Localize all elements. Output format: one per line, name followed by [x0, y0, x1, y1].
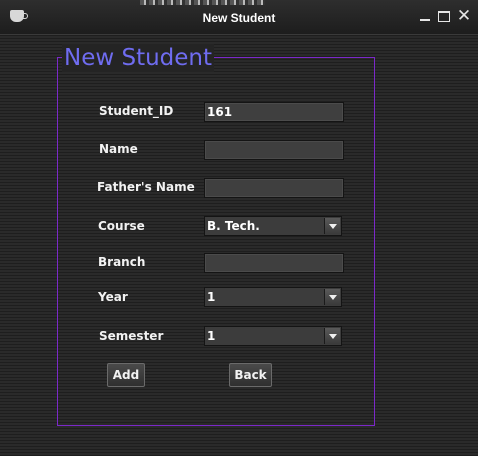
maximize-icon[interactable]	[436, 8, 452, 24]
chevron-down-icon[interactable]	[324, 328, 340, 344]
name-field[interactable]	[204, 140, 344, 160]
year-label: Year	[98, 290, 128, 304]
course-select[interactable]: B. Tech.	[204, 216, 342, 236]
chevron-down-icon[interactable]	[324, 218, 340, 234]
branch-label: Branch	[98, 255, 146, 269]
close-icon[interactable]: ✕	[456, 7, 472, 24]
course-selected-value: B. Tech.	[207, 219, 260, 233]
back-button[interactable]: Back	[229, 363, 272, 387]
group-title: New Student	[62, 44, 215, 72]
student-id-label: Student_ID	[99, 104, 174, 118]
window-title: New Student	[202, 11, 276, 25]
chevron-down-icon[interactable]	[324, 289, 340, 305]
semester-select[interactable]: 1	[204, 326, 342, 346]
semester-selected-value: 1	[207, 329, 216, 343]
year-selected-value: 1	[207, 290, 216, 304]
fathers-name-label: Father's Name	[97, 180, 195, 194]
course-label: Course	[98, 219, 145, 233]
name-label: Name	[99, 142, 138, 156]
student-id-field[interactable]: 161	[204, 102, 344, 122]
new-student-window: New Student ✕ New Student Student_ID 161…	[0, 0, 478, 456]
title-bar-decoration	[140, 0, 265, 5]
year-select[interactable]: 1	[204, 287, 342, 307]
fathers-name-field[interactable]	[204, 178, 344, 198]
branch-field[interactable]	[204, 253, 344, 273]
minimize-icon[interactable]	[417, 8, 433, 24]
title-bar[interactable]: New Student ✕	[0, 0, 478, 35]
semester-label: Semester	[99, 329, 164, 343]
add-button[interactable]: Add	[107, 363, 145, 387]
